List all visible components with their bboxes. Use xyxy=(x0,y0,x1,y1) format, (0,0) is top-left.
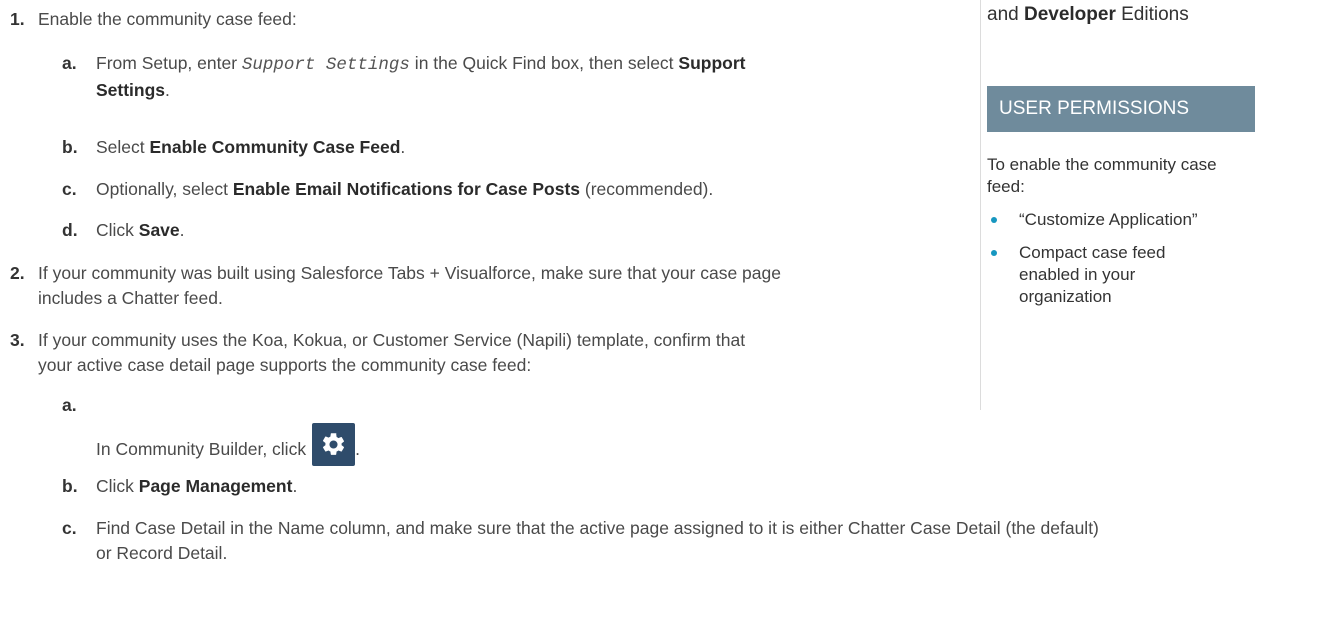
bold-text: Save xyxy=(138,220,180,240)
substep-text: Select Enable Community Case Feed. xyxy=(96,135,976,160)
text-fragment: Editions xyxy=(1115,4,1189,25)
text-fragment: . xyxy=(355,439,360,459)
substep-text: Click Page Management. xyxy=(96,474,976,499)
text-fragment: Click xyxy=(96,476,139,496)
bold-text: Settings xyxy=(96,80,166,100)
text-fragment: . xyxy=(179,220,185,240)
text-fragment: Select xyxy=(96,137,150,157)
substep-letter: b. xyxy=(62,476,78,496)
text-fragment: Optionally, select xyxy=(96,179,233,199)
text-line: includes a Chatter feed. xyxy=(38,288,223,308)
text-line: If your community was built using Salesf… xyxy=(38,263,781,283)
bold-text: Developer xyxy=(1023,4,1116,25)
substep-letter: a. xyxy=(62,53,77,73)
substep-text: From Setup, enter Support Settings in th… xyxy=(96,51,976,103)
bullet-dot xyxy=(991,250,997,256)
step-number: 1. xyxy=(10,9,25,29)
substep-letter: d. xyxy=(62,220,78,240)
text-fragment: and xyxy=(987,4,1024,25)
text-fragment: From Setup, enter xyxy=(96,53,242,73)
text-line: Find Case Detail in the Name column, and… xyxy=(96,518,1099,538)
gear-icon xyxy=(323,433,345,455)
permissions-description: To enable the community case feed: xyxy=(987,155,1217,196)
substep-text: Click Save. xyxy=(96,218,976,243)
step-number: 2. xyxy=(10,263,25,283)
bold-text: Enable Community Case Feed xyxy=(149,137,401,157)
step-text: If your community uses the Koa, Kokua, o… xyxy=(38,328,968,378)
text-fragment: . xyxy=(400,137,406,157)
text-line: or Record Detail. xyxy=(96,543,228,563)
user-permissions-header: USER PERMISSIONS xyxy=(987,86,1255,132)
sidebar: and Developer Editions USER PERMISSIONS … xyxy=(980,0,1317,410)
step-text: If your community was built using Salesf… xyxy=(38,261,968,311)
text-fragment: (recommended). xyxy=(580,179,714,199)
text-line: your active case detail page supports th… xyxy=(38,355,532,375)
substep-text: Find Case Detail in the Name column, and… xyxy=(96,516,1306,566)
text-fragment: in the Quick Find box, then select xyxy=(409,53,679,73)
text-fragment: In Community Builder, click xyxy=(96,439,307,459)
bold-text: Support xyxy=(678,53,746,73)
editions-text: and Developer Editions xyxy=(987,4,1189,26)
substep-text: In Community Builder, click. xyxy=(96,419,976,466)
document-page: 1. Enable the community case feed: a. Fr… xyxy=(0,0,1317,641)
step-number: 3. xyxy=(10,330,25,350)
text-fragment: . xyxy=(165,80,170,100)
settings-button[interactable] xyxy=(312,423,356,466)
bullet-dot xyxy=(991,217,997,223)
bold-text: Enable Email Notifications for Case Post… xyxy=(232,179,580,199)
code-text: Support Settings xyxy=(241,55,410,75)
step-text: Enable the community case feed: xyxy=(38,9,297,29)
bullet-text: “Customize Application” xyxy=(1019,210,1198,229)
text-fragment: . xyxy=(292,476,298,496)
substep-letter: b. xyxy=(62,137,78,157)
bullet-text: Compact case feed enabled in your organi… xyxy=(1019,243,1166,306)
substep-letter: c. xyxy=(62,179,77,199)
text-fragment: Click xyxy=(96,220,139,240)
substep-letter: c. xyxy=(62,518,77,538)
substep-letter: a. xyxy=(62,395,77,415)
substep-text: Optionally, select Enable Email Notifica… xyxy=(96,177,976,202)
text-line: If your community uses the Koa, Kokua, o… xyxy=(38,330,746,350)
bold-text: Page Management xyxy=(138,476,293,496)
